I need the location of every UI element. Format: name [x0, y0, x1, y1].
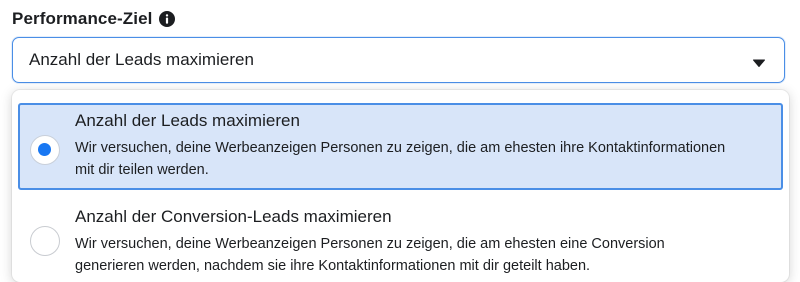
option-description: Wir versuchen, deine Werbeanzeigen Perso… [75, 236, 665, 274]
performance-goal-select[interactable]: Anzahl der Leads maximieren [12, 37, 785, 83]
info-icon[interactable] [159, 11, 176, 27]
option-maximize-conversion-leads[interactable]: Anzahl der Conversion-Leads maximieren W… [18, 196, 783, 276]
option-maximize-leads[interactable]: Anzahl der Leads maximieren Wir versuche… [18, 103, 783, 190]
select-value: Anzahl der Leads maximieren [29, 50, 254, 69]
field-label-row: Performance-Ziel [12, 6, 176, 32]
option-description: Wir versuchen, deine Werbeanzeigen Perso… [75, 140, 726, 178]
field-label: Performance-Ziel [12, 9, 153, 28]
radio-button-unselected[interactable] [30, 226, 60, 256]
options-dropdown: Anzahl der Leads maximieren Wir versuche… [12, 90, 789, 282]
option-title: Anzahl der Conversion-Leads maximieren [75, 207, 392, 226]
performance-goal-panel: Performance-Ziel Anzahl der Leads maximi… [0, 0, 800, 282]
radio-button-selected[interactable] [30, 135, 60, 165]
caret-down-icon [752, 55, 766, 67]
option-title: Anzahl der Leads maximieren [75, 111, 300, 130]
